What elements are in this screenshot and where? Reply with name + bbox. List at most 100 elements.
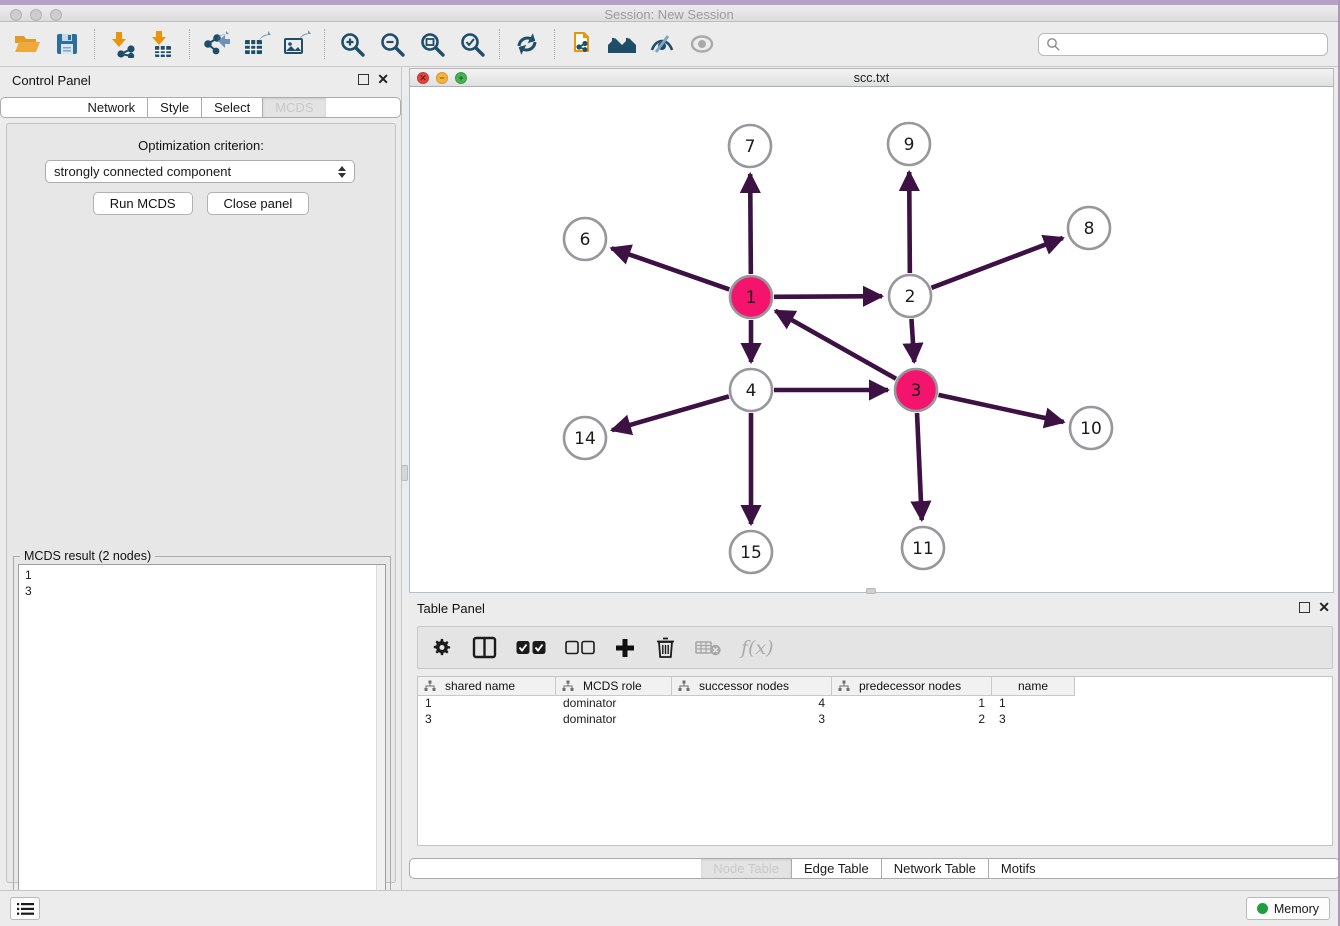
add-column-icon[interactable] [614, 637, 636, 659]
delete-table-icon [695, 639, 722, 657]
zoom-in-icon[interactable] [335, 28, 369, 60]
graph-node-2[interactable]: 2 [889, 275, 931, 317]
column-header-predecessor-nodes[interactable]: predecessor nodes [832, 677, 992, 696]
show-columns-icon[interactable] [472, 636, 497, 659]
graph-node-14[interactable]: 14 [564, 417, 606, 459]
select-all-rows-icon[interactable] [516, 640, 546, 655]
delete-column-icon[interactable] [655, 636, 676, 659]
graph-node-6[interactable]: 6 [564, 218, 606, 260]
edge-2-3[interactable] [911, 319, 914, 362]
column-header-successor-nodes[interactable]: successor nodes [672, 677, 832, 696]
edge-3-10[interactable] [938, 395, 1063, 422]
column-header-shared-name[interactable]: shared name [418, 677, 556, 696]
export-network-icon[interactable] [200, 28, 234, 60]
zoom-fit-icon[interactable] [415, 28, 449, 60]
mcds-result-line: 1 [25, 567, 385, 583]
tab-mcds[interactable]: MCDS [263, 98, 325, 117]
edge-1-7[interactable] [750, 174, 751, 274]
table-cell[interactable]: 1 [832, 696, 992, 712]
edge-1-6[interactable] [611, 248, 729, 289]
toolbar-separator [324, 29, 325, 59]
column-header-MCDS-role[interactable]: MCDS role [556, 677, 672, 696]
network-graph[interactable]: 7 9 6 8 1 2 4 3 14 10 15 11 [410, 87, 1333, 591]
tab-select[interactable]: Select [202, 98, 263, 117]
graph-node-15[interactable]: 15 [730, 531, 772, 573]
table-cell[interactable]: 2 [832, 712, 992, 728]
tab-node-table[interactable]: Node Table [701, 859, 792, 878]
graph-node-8[interactable]: 8 [1068, 207, 1110, 249]
node-label: 8 [1084, 219, 1095, 239]
toolbar-separator [499, 29, 500, 59]
memory-button[interactable]: Memory [1246, 897, 1330, 920]
zoom-out-icon[interactable] [375, 28, 409, 60]
run-mcds-button[interactable]: Run MCDS [93, 192, 193, 215]
table-row[interactable]: 1dominator411 [418, 696, 1332, 712]
node-table[interactable]: shared nameMCDS rolesuccessor nodesprede… [417, 676, 1333, 846]
node-label: 10 [1080, 419, 1102, 439]
table-row[interactable]: 3dominator323 [418, 712, 1332, 728]
table-cell[interactable]: 3 [418, 712, 556, 728]
tab-network-table[interactable]: Network Table [882, 859, 989, 878]
export-image-icon[interactable] [280, 28, 314, 60]
clone-network-icon[interactable] [565, 28, 599, 60]
float-panel-icon[interactable] [358, 74, 369, 85]
table-cell[interactable]: dominator [556, 696, 672, 712]
tab-network[interactable]: Network [75, 98, 148, 117]
node-label: 3 [911, 381, 922, 401]
list-icon [17, 902, 34, 916]
edge-2-8[interactable] [932, 238, 1063, 288]
show-panels-icon[interactable] [605, 28, 639, 60]
table-cell[interactable]: 1 [418, 696, 556, 712]
table-cell[interactable]: 3 [672, 712, 832, 728]
close-panel-button[interactable]: Close panel [207, 192, 310, 215]
float-panel-icon[interactable] [1299, 602, 1310, 613]
save-session-icon[interactable] [50, 28, 84, 60]
table-options-icon[interactable] [430, 636, 453, 659]
graph-node-4[interactable]: 4 [730, 369, 772, 411]
edge-2-9[interactable] [909, 172, 910, 273]
tab-edge-table[interactable]: Edge Table [792, 859, 882, 878]
optimization-criterion-dropdown[interactable]: strongly connected component [45, 160, 355, 183]
table-cell[interactable]: 1 [992, 696, 1075, 712]
node-label: 14 [574, 429, 596, 449]
task-history-button[interactable] [10, 897, 40, 920]
node-label: 11 [912, 539, 934, 559]
tab-style[interactable]: Style [148, 98, 202, 117]
table-cell[interactable]: dominator [556, 712, 672, 728]
deselect-all-rows-icon[interactable] [565, 640, 595, 655]
network-canvas[interactable]: 7 9 6 8 1 2 4 3 14 10 15 11 [409, 87, 1334, 593]
search-input[interactable] [1061, 37, 1320, 51]
toolbar-search[interactable] [1038, 33, 1328, 56]
tab-motifs[interactable]: Motifs [989, 859, 1048, 878]
scrollbar-track[interactable] [376, 565, 385, 925]
column-header-name[interactable]: name [992, 677, 1075, 696]
table-cell[interactable]: 4 [672, 696, 832, 712]
show-hide-icon[interactable] [685, 28, 719, 60]
graph-node-3[interactable]: 3 [895, 369, 937, 411]
table-cell[interactable]: 3 [992, 712, 1075, 728]
zoom-selected-icon[interactable] [455, 28, 489, 60]
edge-3-11[interactable] [917, 413, 922, 520]
apply-layout-icon[interactable] [510, 28, 544, 60]
panel-divider-grip[interactable] [401, 465, 408, 481]
graph-node-1[interactable]: 1 [730, 276, 772, 318]
graph-node-7[interactable]: 7 [729, 125, 771, 167]
import-network-icon[interactable] [105, 28, 139, 60]
close-panel-icon[interactable]: ✕ [1318, 599, 1330, 615]
edge-3-1[interactable] [775, 311, 896, 379]
edge-4-14[interactable] [612, 396, 729, 430]
mcds-result-text[interactable]: 13 [18, 564, 386, 926]
graph-node-10[interactable]: 10 [1070, 407, 1112, 449]
edge-1-2[interactable] [774, 296, 882, 297]
node-label: 4 [746, 381, 757, 401]
status-bar: Memory [0, 890, 1338, 926]
open-session-icon[interactable] [10, 28, 44, 60]
network-window-titlebar[interactable]: ✕ − + scc.txt [409, 68, 1334, 87]
graph-node-11[interactable]: 11 [902, 527, 944, 569]
show-style-icon[interactable] [645, 28, 679, 60]
close-panel-icon[interactable]: ✕ [377, 71, 389, 87]
export-table-icon[interactable] [240, 28, 274, 60]
canvas-resize-grip[interactable] [866, 588, 876, 594]
import-table-icon[interactable] [145, 28, 179, 60]
graph-node-9[interactable]: 9 [888, 123, 930, 165]
